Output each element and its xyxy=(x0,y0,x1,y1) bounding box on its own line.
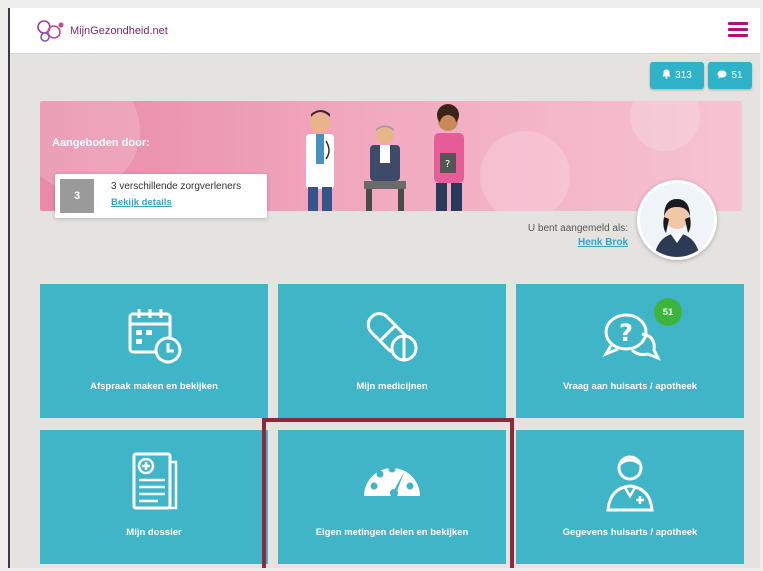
doctor-icon xyxy=(516,450,744,514)
tile-my-file[interactable]: Mijn dossier xyxy=(40,430,268,564)
bell-icon xyxy=(662,69,671,82)
provider-info-card: 3 3 verschillende zorgverleners Bekijk d… xyxy=(55,174,267,218)
tile-gp-details[interactable]: Gegevens huisarts / apotheek xyxy=(516,430,744,564)
calendar-clock-icon xyxy=(40,304,268,368)
tile-measurements[interactable]: Eigen metingen delen en bekijken xyxy=(278,430,506,564)
tile-label: Afspraak maken en bekijken xyxy=(90,381,218,392)
tile-appointments[interactable]: Afspraak maken en bekijken xyxy=(40,284,268,418)
brand-name: MijnGezondheid.net xyxy=(70,25,168,37)
medical-file-icon xyxy=(40,450,268,514)
pills-icon xyxy=(278,304,506,368)
messages-count: 51 xyxy=(731,70,743,81)
messages-button[interactable]: 51 xyxy=(708,62,752,89)
svg-text:?: ? xyxy=(619,319,633,347)
question-chat-icon: ? xyxy=(516,304,744,368)
provider-count: 3 xyxy=(60,179,94,213)
svg-text:?: ? xyxy=(445,159,450,170)
banner-title: Aangeboden door: xyxy=(52,137,150,149)
notifications-count: 313 xyxy=(675,70,692,81)
logged-in-label: U bent aangemeld als: xyxy=(527,223,628,234)
notifications-button[interactable]: 313 xyxy=(650,62,704,89)
tile-label: Mijn medicijnen xyxy=(356,381,428,392)
hamburger-menu-icon[interactable] xyxy=(728,22,748,38)
app-window: MijnGezondheid.net 313 51 Aangeboden doo… xyxy=(8,8,760,568)
tile-label: Gegevens huisarts / apotheek xyxy=(562,527,698,538)
chat-bubble-icon xyxy=(717,70,728,82)
avatar-image xyxy=(640,183,714,257)
tile-ask-question[interactable]: ? 51 Vraag aan huisarts / apotheek xyxy=(516,284,744,418)
view-details-link[interactable]: Bekijk details xyxy=(111,197,172,208)
top-bar: MijnGezondheid.net xyxy=(10,8,760,54)
gauge-icon xyxy=(278,450,506,514)
tile-medications[interactable]: Mijn medicijnen xyxy=(278,284,506,418)
logo-icon xyxy=(37,20,64,42)
tile-label: Mijn dossier xyxy=(126,527,182,538)
care-providers-illustration: ? xyxy=(306,104,464,211)
avatar[interactable] xyxy=(637,180,717,260)
unread-count-badge: 51 xyxy=(654,298,682,326)
brand-logo[interactable]: MijnGezondheid.net xyxy=(36,19,168,43)
tile-label: Eigen metingen delen en bekijken xyxy=(315,527,469,538)
tile-label: Vraag aan huisarts / apotheek xyxy=(562,381,698,392)
provider-description: 3 verschillende zorgverleners xyxy=(111,181,242,192)
user-name-link[interactable]: Henk Brok xyxy=(578,237,628,248)
